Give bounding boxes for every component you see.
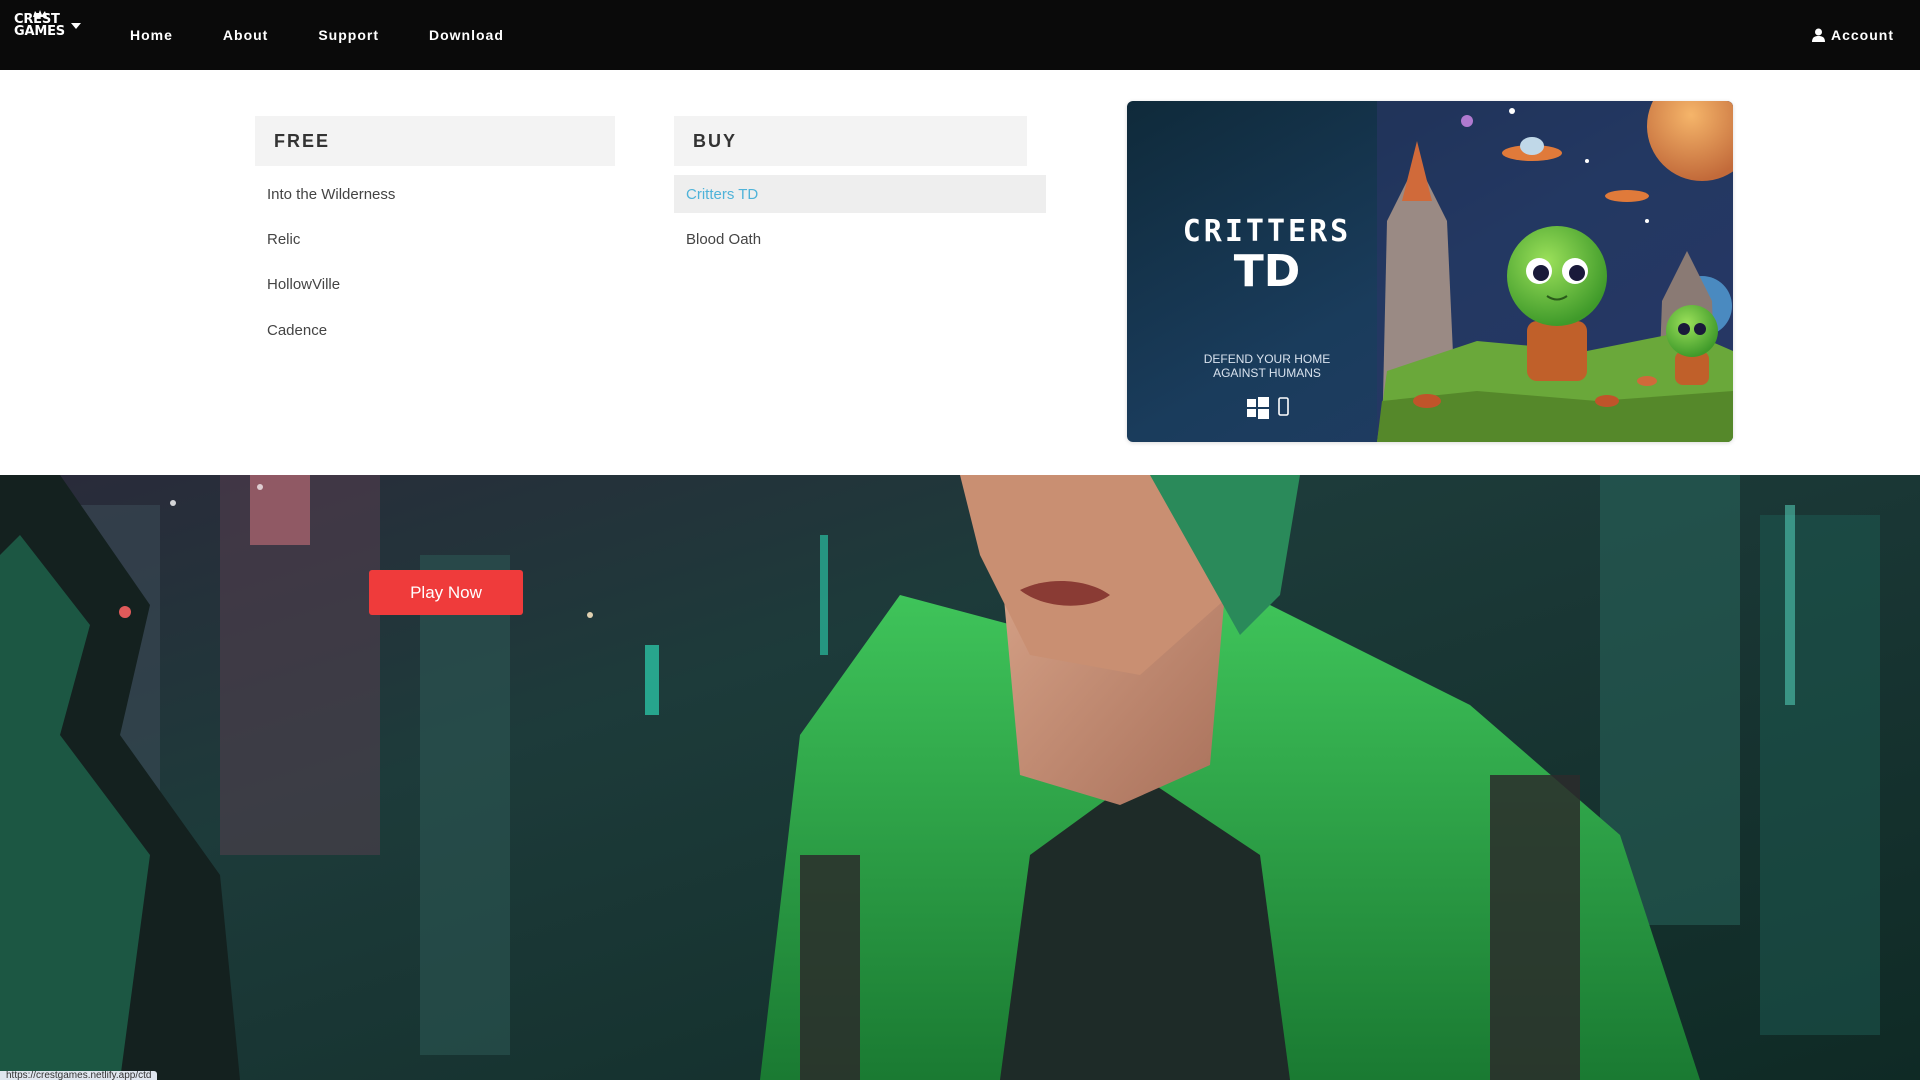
menu-item-critters-td[interactable]: Critters TD xyxy=(674,175,1046,213)
nav-about[interactable]: About xyxy=(223,27,268,43)
crown-icon xyxy=(33,10,47,17)
play-now-button[interactable]: Play Now xyxy=(369,570,523,615)
brand-line2: GAMES xyxy=(14,24,65,39)
menu-item-hollowville[interactable]: HollowVille xyxy=(255,265,615,303)
promo-tagline-line1: DEFEND YOUR HOME xyxy=(1204,352,1330,366)
nav-support[interactable]: Support xyxy=(318,27,379,43)
buy-heading: BUY xyxy=(674,116,1027,166)
promo-title-line2: TD xyxy=(1234,246,1301,297)
top-navbar: CREST GAMES Home About Support Download … xyxy=(0,0,1920,70)
nav-home[interactable]: Home xyxy=(130,27,173,43)
games-dropdown-menu: FREE Into the Wilderness Relic HollowVil… xyxy=(0,70,1920,475)
critters-td-promo-banner[interactable]: CRITTERS TD DEFEND YOUR HOME AGAINST HUM… xyxy=(1127,101,1733,442)
account-label: Account xyxy=(1831,27,1894,43)
hero-section xyxy=(0,475,1920,1080)
menu-item-cadence[interactable]: Cadence xyxy=(255,311,615,349)
user-icon xyxy=(1812,28,1825,42)
status-bar-url: https://crestgames.netlify.app/ctd xyxy=(0,1071,158,1080)
brand-logo[interactable]: CREST GAMES xyxy=(14,10,81,39)
nav-download[interactable]: Download xyxy=(429,27,504,43)
hero-artwork xyxy=(0,475,1920,1080)
account-link[interactable]: Account xyxy=(1812,0,1894,70)
main-nav: Home About Support Download xyxy=(130,0,554,70)
free-heading: FREE xyxy=(255,116,615,166)
menu-item-blood-oath[interactable]: Blood Oath xyxy=(674,220,1046,258)
chevron-down-icon xyxy=(70,23,81,29)
critters-td-artwork: CRITTERS TD DEFEND YOUR HOME AGAINST HUM… xyxy=(1127,101,1733,442)
promo-tagline-line2: AGAINST HUMANS xyxy=(1213,366,1321,380)
menu-item-into-the-wilderness[interactable]: Into the Wilderness xyxy=(255,175,615,213)
menu-item-relic[interactable]: Relic xyxy=(255,220,615,258)
promo-title-line1: CRITTERS xyxy=(1183,214,1352,249)
